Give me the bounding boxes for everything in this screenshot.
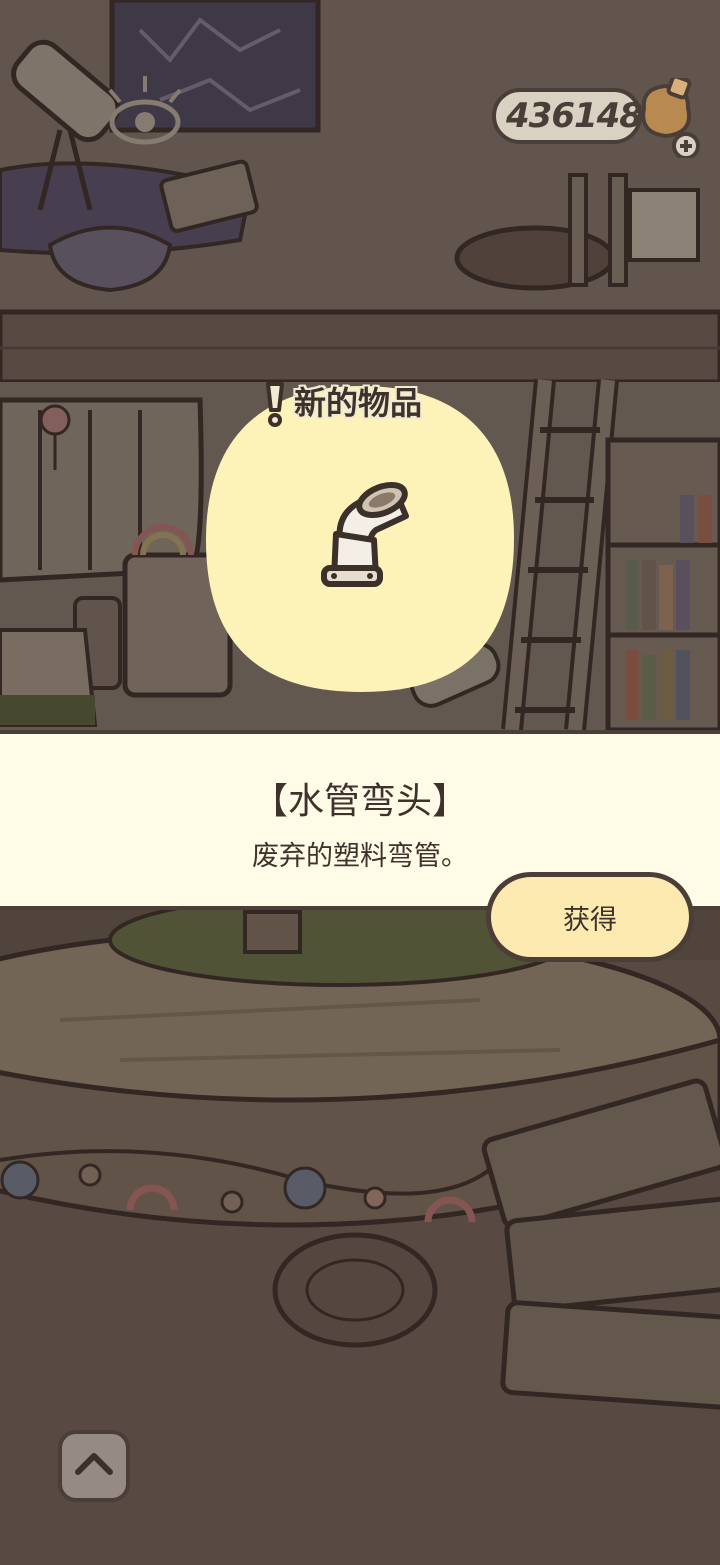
coin-jar-plus-icon[interactable] [634,78,708,158]
popup-title-label: 新的物品 [294,384,423,422]
obtain-button[interactable]: 获得 [486,872,694,962]
chevron-up-icon [75,1453,113,1475]
bookshelf [605,437,720,733]
obtain-button-label: 获得 [563,904,617,936]
currency-counter: 436148 [492,88,643,144]
currency-value: 436148 [506,96,643,136]
exclamation-icon [266,382,284,427]
expand-menu-button[interactable] [58,1430,130,1502]
item-name: 【水管弯头】 [251,781,468,822]
popup-title: 新的物品 [262,378,422,428]
item-description: 废弃的塑料弯管。 [252,841,468,872]
game-screen: 436148 新的物品 【水管弯头】 废弃的塑料弯管。 获得 [0,0,720,1565]
